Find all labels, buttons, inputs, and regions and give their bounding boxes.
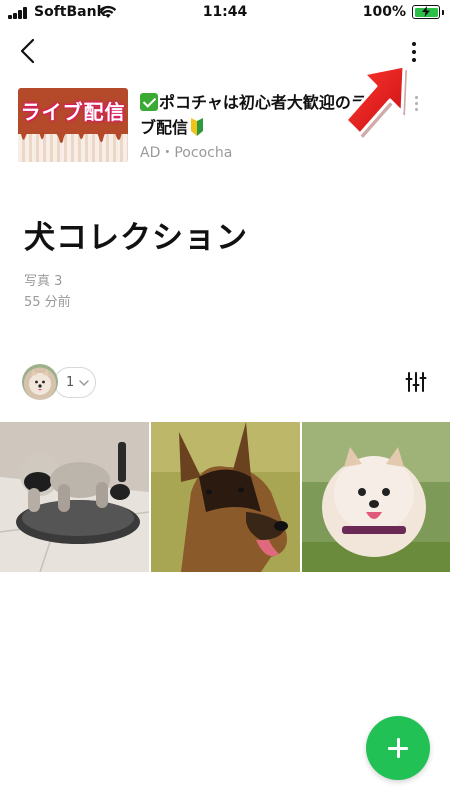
member-count-dropdown[interactable]: 1 (54, 367, 96, 398)
photo-grid (0, 422, 450, 572)
photo-tile-robot-dog[interactable] (0, 422, 149, 572)
charging-bolt-icon (422, 6, 430, 17)
red-arrow-annotation-icon (344, 64, 407, 138)
photo-tile-pomeranian[interactable] (302, 422, 450, 572)
chocolate-drip-decoration (18, 122, 128, 144)
filter-settings-button[interactable] (404, 370, 428, 394)
battery-percent: 100% (362, 4, 406, 20)
chevron-down-icon (79, 380, 89, 387)
vertical-ellipsis-icon (412, 42, 416, 46)
status-bar: SoftBank 11:44 100% (0, 0, 450, 26)
ad-image-text: ライブ配信 (20, 100, 126, 124)
member-avatar[interactable] (22, 364, 58, 400)
photo-count: 写真 3 (24, 274, 63, 289)
pomeranian-avatar-icon (29, 369, 51, 395)
chevron-left-icon (20, 38, 35, 64)
member-count-value: 1 (66, 375, 75, 390)
back-button[interactable] (14, 36, 44, 66)
photo-tile-german-shepherd[interactable] (151, 422, 300, 572)
beginner-mark-icon (191, 118, 204, 136)
checkmark-icon (140, 93, 158, 111)
ad-source-label: AD・Pococha (140, 145, 233, 161)
battery-icon (412, 5, 444, 19)
ad-image[interactable]: ライブ配信 (18, 88, 128, 162)
updated-time: 55 分前 (24, 295, 71, 310)
sliders-icon (405, 372, 427, 392)
add-photo-button[interactable] (366, 716, 430, 780)
album-title: 犬コレクション (24, 220, 248, 256)
